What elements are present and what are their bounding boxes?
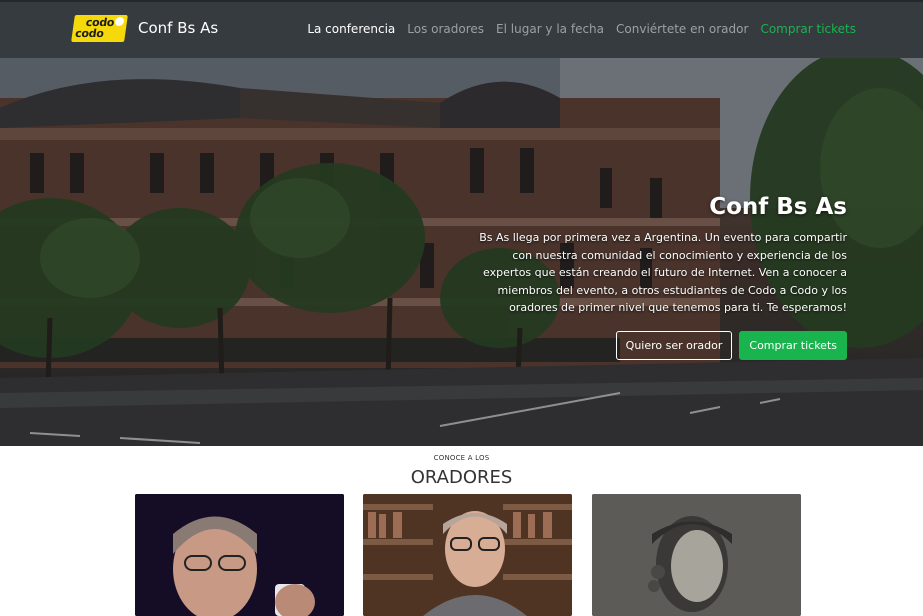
speakers-header: CONOCE A LOS ORADORES xyxy=(0,454,923,488)
main-nav: La conferencia Los oradores El lugar y l… xyxy=(295,22,856,36)
logo-text-bottom: codo xyxy=(74,27,105,40)
nav-convertite-orador[interactable]: Conviértete en orador xyxy=(616,22,748,36)
nav-lugar-fecha[interactable]: El lugar y la fecha xyxy=(496,22,604,36)
nav-la-conferencia[interactable]: La conferencia xyxy=(307,22,395,36)
hero-actions: Quiero ser orador Comprar tickets xyxy=(467,330,847,360)
speaker-portrait-1 xyxy=(135,494,344,616)
logo-dot xyxy=(114,17,125,26)
brand-name[interactable]: Conf Bs As xyxy=(138,19,218,37)
hero-description: Bs As llega por primera vez a Argentina.… xyxy=(479,231,847,314)
buy-tickets-button[interactable]: Comprar tickets xyxy=(739,330,847,360)
speaker-photo-1 xyxy=(135,494,344,616)
speaker-photo-2 xyxy=(363,494,572,616)
hero-banner: Conf Bs As Bs As llega por primera vez a… xyxy=(0,58,923,446)
codo-a-codo-logo: codo codo xyxy=(71,15,128,42)
speaker-portrait-2 xyxy=(363,494,572,616)
hero-content: Conf Bs As Bs As llega por primera vez a… xyxy=(467,194,847,360)
speaker-photo-3 xyxy=(592,494,801,616)
become-speaker-button[interactable]: Quiero ser orador xyxy=(615,330,733,360)
brand[interactable]: codo codo Conf Bs As xyxy=(71,15,218,42)
speaker-portrait-3 xyxy=(592,494,801,616)
nav-los-oradores[interactable]: Los oradores xyxy=(407,22,484,36)
navbar: codo codo Conf Bs As La conferencia Los … xyxy=(0,0,923,58)
nav-comprar-tickets[interactable]: Comprar tickets xyxy=(760,22,856,36)
speakers-kicker: CONOCE A LOS xyxy=(433,454,490,462)
hero-title: Conf Bs As xyxy=(709,194,847,220)
speakers-title: ORADORES xyxy=(410,467,513,488)
